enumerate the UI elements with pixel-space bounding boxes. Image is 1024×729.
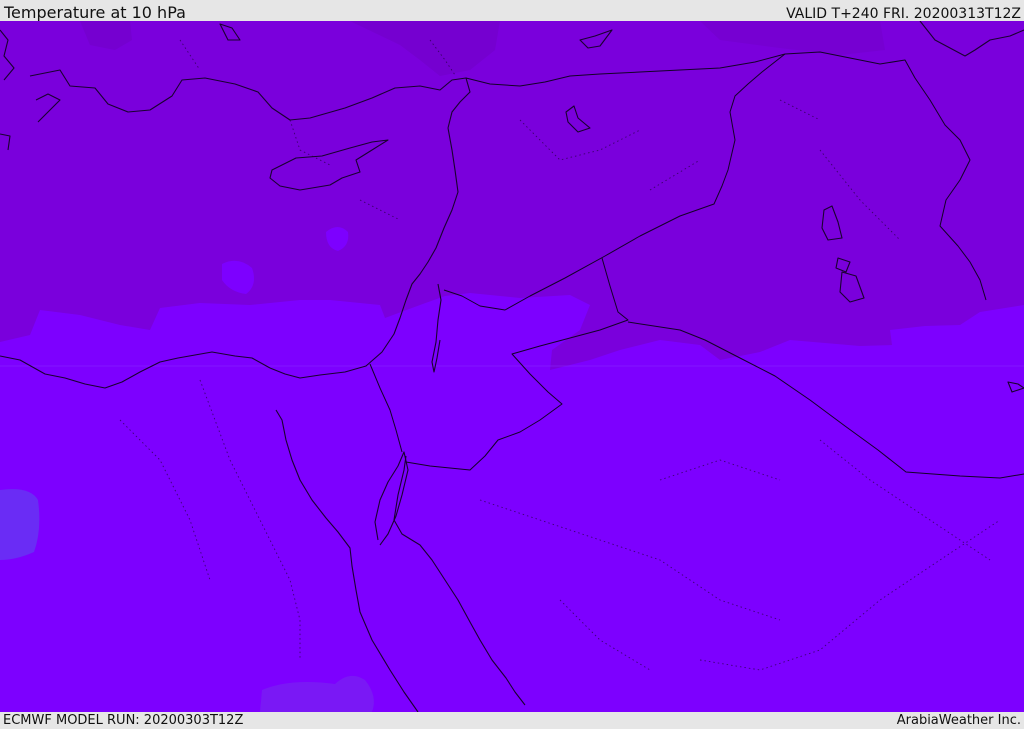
temperature-map [0, 21, 1024, 712]
map-header: Temperature at 10 hPa VALID T+240 FRI. 2… [0, 0, 1024, 22]
cool-patch-west [0, 489, 40, 560]
model-run-label: ECMWF MODEL RUN: 20200303T12Z [3, 713, 244, 728]
credit-label: ArabiaWeather Inc. [896, 713, 1021, 728]
map-footer: ECMWF MODEL RUN: 20200303T12Z ArabiaWeat… [0, 712, 1024, 729]
valid-time-label: VALID T+240 FRI. 20200313T12Z [786, 6, 1021, 22]
map-title: Temperature at 10 hPa [4, 3, 186, 22]
